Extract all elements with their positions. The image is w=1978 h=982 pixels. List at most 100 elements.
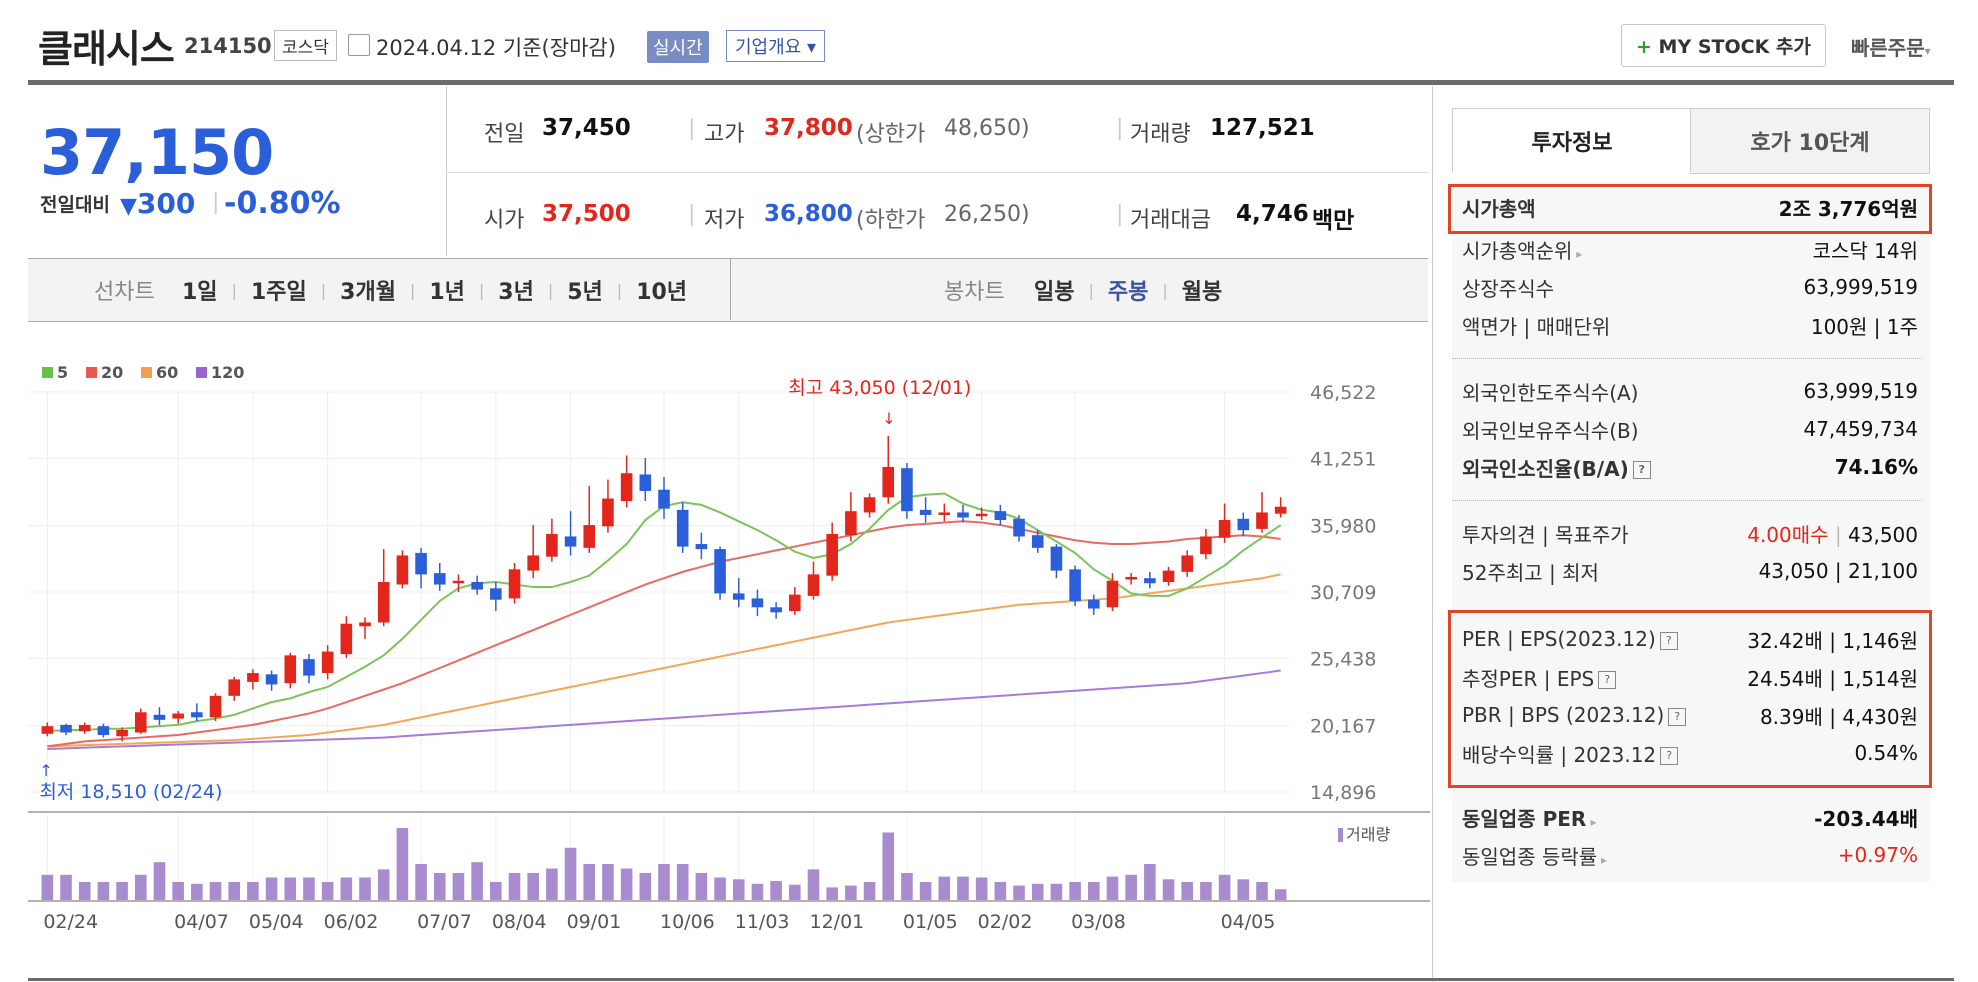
tab-cover — [1452, 172, 1692, 173]
help-icon[interactable]: ? — [1659, 631, 1678, 650]
candle-body — [247, 673, 259, 682]
candle-body — [396, 555, 409, 585]
period-10y[interactable]: 10년 — [636, 274, 687, 306]
company-name: 클래시스 — [38, 27, 175, 71]
volume-bar — [60, 874, 72, 900]
change-amount: ▼300 — [120, 187, 195, 220]
cap-rank-label[interactable]: 시가총액순위 ▸ — [1462, 235, 1582, 264]
volume-bar — [433, 873, 446, 900]
upper-limit-label: (상한가 — [856, 122, 926, 147]
volume-bar — [452, 873, 465, 900]
candle-body — [789, 594, 801, 612]
x-tick-label: 02/02 — [978, 911, 1033, 930]
volume-bar — [1031, 883, 1044, 900]
volume-bar — [265, 877, 278, 900]
info-row: 추정PER | EPS? 24.54배 | 1,514원 — [1462, 658, 1918, 696]
volume-label: 거래량 — [1130, 122, 1191, 147]
period-3y[interactable]: 3년 — [498, 274, 534, 306]
candle-body — [1274, 506, 1287, 514]
candle-body — [340, 623, 353, 655]
volume-bar — [471, 862, 483, 900]
y-tick-label: 25,438 — [1310, 649, 1376, 671]
listed-shares-value: 63,999,519 — [1803, 275, 1918, 299]
info-row: 시가총액순위 ▸ 코스닥 14위 — [1462, 230, 1918, 268]
help-icon[interactable]: ? — [1668, 707, 1687, 726]
volume-legend-swatch — [1338, 828, 1343, 842]
period-3m[interactable]: 3개월 — [340, 274, 396, 306]
date-label: 2024.04.12 기준(장마감) — [376, 36, 616, 60]
candle-body — [1050, 546, 1063, 571]
divider: | — [409, 280, 416, 300]
candle-body — [1125, 576, 1137, 580]
volume-bar — [153, 862, 166, 900]
x-tick-label: 07/07 — [417, 911, 472, 930]
industry-change-link[interactable]: 동일업종 등락률 ▸ — [1462, 841, 1607, 870]
candle-body — [583, 525, 596, 548]
high-label: 고가 — [704, 122, 745, 147]
current-price: 37,150 — [40, 116, 274, 189]
info-row: 액면가 | 매매단위 100원 | 1주 — [1462, 306, 1918, 344]
help-icon[interactable]: ? — [1632, 461, 1651, 479]
volume-bar — [1237, 879, 1250, 900]
divider: | — [1116, 202, 1124, 227]
period-monthly[interactable]: 월봉 — [1182, 274, 1222, 306]
industry-per-link[interactable]: 동일업종 PER ▸ — [1462, 803, 1597, 832]
candle-body — [452, 580, 465, 584]
foreign-ratio-label: 외국인소진율(B/A) — [1462, 456, 1629, 481]
candle-body — [807, 574, 820, 596]
period-1y[interactable]: 1년 — [429, 274, 465, 306]
price-chart[interactable]: 02/24 04/07 05/04 06/02 07/07 08/04 09/01 10/06… — [28, 340, 1430, 930]
candle-body — [172, 713, 184, 719]
candle-body — [228, 679, 241, 696]
candle-body — [303, 659, 315, 676]
market-cap-value: 2조 3,776억원 — [1778, 196, 1918, 221]
company-info-button[interactable]: 기업개요 ▾ — [726, 30, 826, 62]
quick-order-button[interactable]: 빠른주문▾ — [1851, 32, 1931, 61]
chevron-right-icon: ▸ — [1586, 814, 1597, 829]
lower-limit-value: 26,250) — [944, 202, 1030, 227]
volume-bar — [134, 874, 147, 900]
add-my-stock-button[interactable]: + MY STOCK 추가 — [1621, 24, 1826, 67]
candle-body — [284, 655, 297, 684]
period-1w[interactable]: 1주일 — [251, 274, 307, 306]
volume-bar — [490, 882, 502, 900]
row-divider — [1452, 500, 1922, 501]
candle-body — [1181, 555, 1194, 572]
period-weekly[interactable]: 주봉 — [1108, 274, 1148, 306]
candle-body — [620, 473, 633, 502]
volume-bar — [583, 864, 596, 900]
realtime-button[interactable]: 실시간 — [647, 31, 709, 63]
bottom-divider — [28, 978, 1954, 981]
quick-order-label: 빠른주문 — [1851, 36, 1925, 60]
tab-orderbook[interactable]: 호가 10단계 — [1690, 108, 1930, 174]
my-stock-label: MY STOCK 추가 — [1658, 36, 1811, 58]
period-5y[interactable]: 5년 — [567, 274, 603, 306]
help-icon[interactable]: ? — [1598, 671, 1617, 689]
divider: | — [1116, 116, 1124, 141]
candle-body — [845, 511, 857, 536]
divider: | — [688, 202, 696, 227]
prev-close-label: 전일 — [484, 122, 525, 147]
plus-icon: + — [1636, 36, 1652, 58]
y-tick-label: 46,522 — [1310, 382, 1376, 404]
volume-bar — [1274, 889, 1287, 900]
info-row: 외국인보유주식수(B) 47,459,734 — [1462, 410, 1918, 448]
company-info-label: 기업개요 — [735, 37, 802, 58]
info-row: 외국인소진율(B/A)? 74.16% — [1462, 448, 1918, 486]
x-tick-label: 09/01 — [567, 911, 622, 930]
candle-body — [938, 512, 951, 515]
period-1d[interactable]: 1일 — [182, 274, 218, 306]
header-divider — [28, 80, 1954, 85]
down-arrow-icon: ▼ — [120, 194, 137, 219]
tab-invest-info[interactable]: 투자정보 — [1452, 108, 1692, 173]
candle-body — [975, 513, 988, 517]
help-icon[interactable]: ? — [1660, 747, 1679, 765]
low-annotation: 최저 18,510 (02/24) — [39, 781, 222, 803]
volume-bar — [620, 868, 633, 900]
y-tick-label: 20,167 — [1310, 715, 1376, 737]
volume-bar — [789, 884, 801, 900]
candle-body — [508, 569, 521, 599]
period-daily[interactable]: 일봉 — [1034, 274, 1074, 306]
foreign-limit-value: 63,999,519 — [1803, 379, 1918, 403]
divider: | — [231, 280, 237, 300]
